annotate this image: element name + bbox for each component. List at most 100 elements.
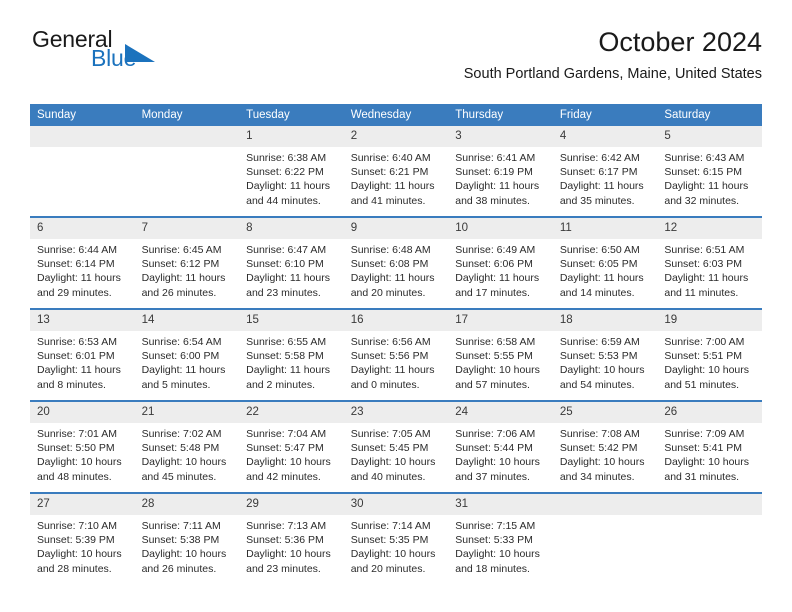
day-number: 22 — [239, 402, 344, 423]
sunset-text: Sunset: 5:55 PM — [455, 350, 533, 363]
daylight-text: Daylight: 11 hours — [664, 272, 749, 285]
daylight-text: and 41 minutes. — [350, 194, 426, 207]
sunset-text: Sunset: 5:48 PM — [141, 442, 220, 455]
page-header: General Blue October 2024 South Portland… — [30, 26, 762, 98]
weekday-header-friday: Friday — [552, 104, 658, 126]
day-details: Sunrise: 7:05 AM Sunset: 5:45 PM Daylight:… — [344, 423, 449, 484]
weekday-header-saturday: Saturday — [657, 104, 762, 126]
calendar-day-cell[interactable]: 29 Sunrise: 7:13 AM Sunset: 5:36 PM Dayligh… — [239, 492, 344, 584]
calendar-day-cell[interactable]: 11 Sunrise: 6:50 AM Sunset: 6:05 PM Dayligh… — [552, 216, 658, 309]
daylight-text: and 38 minutes. — [455, 194, 530, 207]
day-number: 25 — [552, 402, 658, 423]
title-block: October 2024 South Portland Gardens, Mai… — [464, 26, 762, 84]
day-details: Sunrise: 7:08 AM Sunset: 5:42 PM Daylight:… — [553, 423, 658, 484]
daylight-text: and 57 minutes. — [455, 378, 530, 391]
day-details: Sunrise: 6:54 AM Sunset: 6:00 PM Daylight:… — [135, 331, 240, 392]
sunset-text: Sunset: 5:45 PM — [350, 442, 429, 455]
calendar-day-cell[interactable]: 8 Sunrise: 6:47 AM Sunset: 6:10 PM Daylight… — [239, 216, 344, 309]
calendar-day-cell[interactable]: 4 Sunrise: 6:42 AM Sunset: 6:17 PM Daylight… — [552, 126, 658, 217]
day-number — [30, 126, 135, 147]
calendar-day-cell-empty — [657, 492, 762, 584]
daylight-text: Daylight: 11 hours — [559, 180, 644, 193]
daylight-text: Daylight: 10 hours — [559, 456, 645, 469]
day-details: Sunrise: 6:49 AM Sunset: 6:06 PM Daylight:… — [448, 239, 553, 300]
calendar-day-cell[interactable]: 20 Sunrise: 7:01 AM Sunset: 5:50 PM Dayligh… — [30, 400, 135, 493]
calendar-day-cell[interactable]: 22 Sunrise: 7:04 AM Sunset: 5:47 PM Dayligh… — [239, 400, 344, 493]
calendar-day-cell[interactable]: 14 Sunrise: 6:54 AM Sunset: 6:00 PM Dayligh… — [134, 308, 240, 401]
calendar-day-cell[interactable]: 12 Sunrise: 6:51 AM Sunset: 6:03 PM Dayligh… — [657, 216, 762, 309]
calendar-day-cell[interactable]: 7 Sunrise: 6:45 AM Sunset: 6:12 PM Daylight… — [134, 216, 240, 309]
calendar-day-cell[interactable]: 15 Sunrise: 6:55 AM Sunset: 5:58 PM Dayligh… — [239, 308, 344, 401]
sunset-text: Sunset: 6:22 PM — [246, 166, 324, 179]
daylight-text: Daylight: 10 hours — [350, 456, 436, 469]
calendar-day-cell[interactable]: 6 Sunrise: 6:44 AM Sunset: 6:14 PM Daylight… — [30, 216, 135, 309]
sunrise-text: Sunrise: 6:55 AM — [246, 336, 327, 348]
daylight-text: Daylight: 10 hours — [559, 364, 645, 377]
calendar-day-cell[interactable]: 25 Sunrise: 7:08 AM Sunset: 5:42 PM Dayligh… — [552, 400, 658, 493]
sunset-text: Sunset: 6:06 PM — [455, 258, 533, 271]
day-number: 28 — [134, 494, 240, 515]
calendar-day-cell[interactable]: 28 Sunrise: 7:11 AM Sunset: 5:38 PM Dayligh… — [134, 492, 240, 584]
daylight-text: and 29 minutes. — [37, 286, 112, 299]
sunrise-text: Sunrise: 6:48 AM — [350, 244, 431, 256]
calendar-day-cell[interactable]: 1 Sunrise: 6:38 AM Sunset: 6:22 PM Daylight… — [239, 126, 344, 217]
sunset-text: Sunset: 6:00 PM — [141, 350, 220, 363]
daylight-text: Daylight: 11 hours — [37, 272, 121, 285]
day-number: 6 — [30, 218, 135, 239]
sunset-text: Sunset: 6:01 PM — [37, 350, 115, 363]
calendar-day-cell[interactable]: 31 Sunrise: 7:15 AM Sunset: 5:33 PM Dayligh… — [448, 492, 553, 584]
calendar-header-row: Sunday Monday Tuesday Wednesday Thursday… — [30, 104, 762, 126]
sunrise-text: Sunrise: 6:40 AM — [350, 152, 431, 164]
daylight-text: Daylight: 10 hours — [664, 364, 750, 377]
sunset-text: Sunset: 6:19 PM — [455, 166, 533, 179]
daylight-text: and 5 minutes. — [141, 378, 211, 391]
calendar-day-cell[interactable]: 23 Sunrise: 7:05 AM Sunset: 5:45 PM Dayligh… — [343, 400, 449, 493]
daylight-text: and 23 minutes. — [246, 562, 321, 575]
calendar-day-cell[interactable]: 2 Sunrise: 6:40 AM Sunset: 6:21 PM Daylight… — [343, 126, 449, 217]
day-details: Sunrise: 6:47 AM Sunset: 6:10 PM Daylight:… — [239, 239, 344, 300]
calendar-day-cell[interactable]: 21 Sunrise: 7:02 AM Sunset: 5:48 PM Dayligh… — [134, 400, 240, 493]
calendar-page: General Blue October 2024 South Portland… — [0, 0, 792, 612]
day-details: Sunrise: 6:44 AM Sunset: 6:14 PM Daylight:… — [30, 239, 135, 300]
weekday-header-thursday: Thursday — [448, 104, 553, 126]
daylight-text: and 34 minutes. — [559, 470, 635, 483]
daylight-text: and 54 minutes. — [559, 378, 635, 391]
calendar-day-cell[interactable]: 27 Sunrise: 7:10 AM Sunset: 5:39 PM Dayligh… — [30, 492, 135, 584]
day-details: Sunrise: 6:48 AM Sunset: 6:08 PM Daylight:… — [344, 239, 449, 300]
calendar-day-cell[interactable]: 5 Sunrise: 6:43 AM Sunset: 6:15 PM Daylight… — [657, 126, 762, 217]
brand-logo[interactable]: General Blue — [30, 26, 210, 82]
calendar-day-cell[interactable]: 30 Sunrise: 7:14 AM Sunset: 5:35 PM Dayligh… — [343, 492, 449, 584]
sunset-text: Sunset: 5:58 PM — [246, 350, 324, 363]
daylight-text: and 26 minutes. — [141, 286, 217, 299]
sunset-text: Sunset: 6:08 PM — [350, 258, 429, 271]
sunset-text: Sunset: 6:10 PM — [246, 258, 324, 271]
day-number: 30 — [343, 494, 449, 515]
daylight-text: and 44 minutes. — [246, 194, 321, 207]
calendar-day-cell[interactable]: 3 Sunrise: 6:41 AM Sunset: 6:19 PM Daylight… — [448, 126, 553, 217]
daylight-text: and 17 minutes. — [455, 286, 530, 299]
calendar-day-cell[interactable]: 17 Sunrise: 6:58 AM Sunset: 5:55 PM Dayligh… — [448, 308, 553, 401]
day-number: 3 — [448, 126, 553, 147]
daylight-text: Daylight: 11 hours — [246, 180, 330, 193]
sunrise-text: Sunrise: 6:51 AM — [664, 244, 745, 256]
day-number: 18 — [552, 310, 658, 331]
calendar-table: Sunday Monday Tuesday Wednesday Thursday… — [30, 104, 762, 584]
daylight-text: and 2 minutes. — [246, 378, 316, 391]
calendar-day-cell[interactable]: 24 Sunrise: 7:06 AM Sunset: 5:44 PM Dayligh… — [448, 400, 553, 493]
calendar-day-cell[interactable]: 18 Sunrise: 6:59 AM Sunset: 5:53 PM Dayligh… — [552, 308, 658, 401]
calendar-day-cell[interactable]: 9 Sunrise: 6:48 AM Sunset: 6:08 PM Daylight… — [343, 216, 449, 309]
daylight-text: Daylight: 10 hours — [141, 456, 227, 469]
sunset-text: Sunset: 6:03 PM — [664, 258, 743, 271]
day-details: Sunrise: 7:10 AM Sunset: 5:39 PM Daylight:… — [30, 515, 135, 576]
calendar-day-cell[interactable]: 13 Sunrise: 6:53 AM Sunset: 6:01 PM Dayligh… — [30, 308, 135, 401]
day-details: Sunrise: 7:15 AM Sunset: 5:33 PM Daylight:… — [448, 515, 553, 576]
calendar-day-cell[interactable]: 16 Sunrise: 6:56 AM Sunset: 5:56 PM Dayligh… — [343, 308, 449, 401]
day-details: Sunrise: 6:58 AM Sunset: 5:55 PM Daylight:… — [448, 331, 553, 392]
sunset-text: Sunset: 5:44 PM — [455, 442, 533, 455]
calendar-day-cell[interactable]: 26 Sunrise: 7:09 AM Sunset: 5:41 PM Dayligh… — [657, 400, 762, 493]
sunset-text: Sunset: 5:51 PM — [664, 350, 743, 363]
calendar-day-cell[interactable]: 10 Sunrise: 6:49 AM Sunset: 6:06 PM Dayligh… — [448, 216, 553, 309]
sunrise-text: Sunrise: 6:50 AM — [559, 244, 640, 256]
day-details: Sunrise: 7:01 AM Sunset: 5:50 PM Daylight:… — [30, 423, 135, 484]
calendar-day-cell[interactable]: 19 Sunrise: 7:00 AM Sunset: 5:51 PM Dayligh… — [657, 308, 762, 401]
